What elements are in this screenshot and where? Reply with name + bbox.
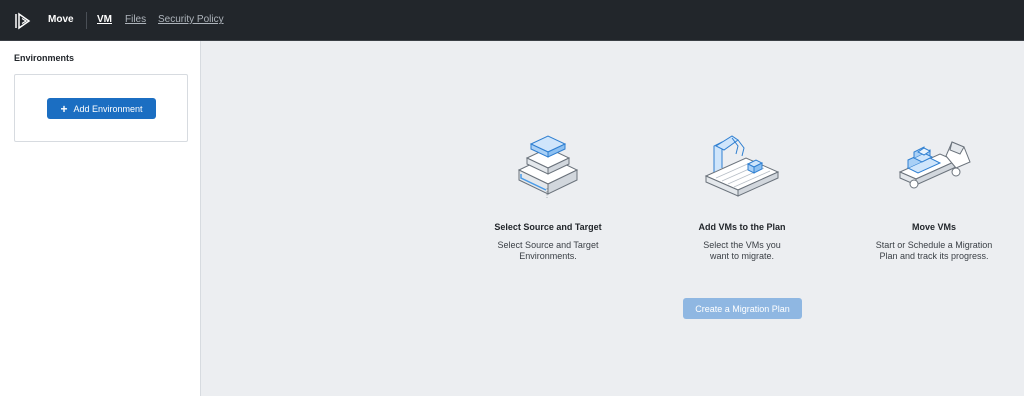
- plus-icon: +: [60, 101, 68, 116]
- step-move-vms: Move VMs Start or Schedule a Migration P…: [854, 132, 1014, 262]
- header-divider: [86, 12, 87, 29]
- step-select-source-target: Select Source and Target Select Source a…: [468, 132, 628, 262]
- step-description: Start or Schedule a Migration Plan and t…: [854, 240, 1014, 262]
- environments-sidebar: Environments + Add Environment: [0, 41, 201, 396]
- nav-files-tab[interactable]: Files: [125, 14, 146, 25]
- nav-security-policy-tab[interactable]: Security Policy: [158, 14, 224, 25]
- step-description-line: Plan and track its progress.: [879, 251, 989, 261]
- add-environment-label: Add Environment: [73, 103, 143, 114]
- move-logo-icon: [15, 12, 31, 30]
- step-title: Move VMs: [911, 222, 956, 232]
- step-description-line: want to migrate.: [709, 251, 775, 261]
- robot-arm-conveyor-illustration-icon: [704, 135, 780, 197]
- step-title: Add VMs to the Plan: [698, 222, 786, 232]
- nav-vm-tab[interactable]: VM: [97, 14, 112, 25]
- step-add-vms: Add VMs to the Plan Select the VMs you w…: [662, 132, 822, 262]
- step-description-line: Select Source and Target: [497, 240, 599, 250]
- step-description: Select the VMs you want to migrate.: [662, 240, 822, 262]
- add-environment-button[interactable]: + Add Environment: [47, 98, 156, 119]
- create-migration-plan-button[interactable]: Create a Migration Plan: [683, 298, 802, 319]
- app-title: Move: [48, 14, 74, 25]
- step-description-line: Select the VMs you: [703, 240, 781, 250]
- environments-panel: + Add Environment: [14, 74, 188, 142]
- step-title: Select Source and Target: [494, 222, 602, 232]
- step-description: Select Source and Target Environments.: [468, 240, 628, 262]
- truck-illustration-icon: [898, 141, 971, 189]
- top-bar: Move VM Files Security Policy: [0, 0, 1024, 41]
- step-description-line: Start or Schedule a Migration: [875, 240, 993, 250]
- step-description-line: Environments.: [519, 251, 577, 261]
- sidebar-title: Environments: [14, 53, 75, 63]
- servers-illustration-icon: [517, 135, 579, 198]
